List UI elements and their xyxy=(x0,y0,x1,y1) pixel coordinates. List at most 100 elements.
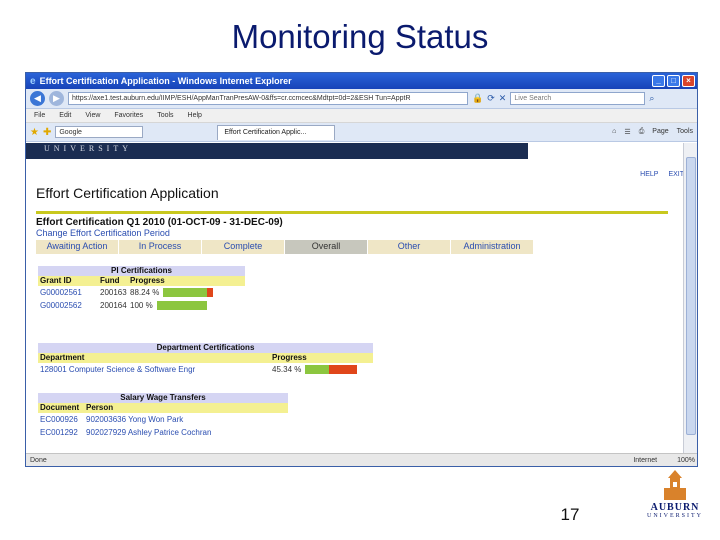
column-headers: Grant ID Fund Progress xyxy=(38,276,245,286)
tab-administration[interactable]: Administration xyxy=(451,240,534,254)
tab-in-process[interactable]: In Process xyxy=(119,240,202,254)
url-input[interactable]: https://axe1.test.auburn.edu/IIMP/ESH/Ap… xyxy=(68,92,468,105)
search-icon[interactable]: ⌕ xyxy=(649,93,654,104)
tab-complete[interactable]: Complete xyxy=(202,240,285,254)
address-bar-row: ◀ ▶ https://axe1.test.auburn.edu/IIMP/ES… xyxy=(26,89,697,109)
progress-percent: 100 % xyxy=(130,301,153,310)
table-row: EC000926 902003636 Yong Won Park xyxy=(38,413,288,426)
page-tab[interactable]: Effort Certification Applic... xyxy=(217,124,336,140)
menu-favorites[interactable]: Favorites xyxy=(114,112,143,119)
tab-overall[interactable]: Overall xyxy=(285,240,368,254)
browser-title-bar: e Effort Certification Application - Win… xyxy=(26,73,697,89)
grant-id-link[interactable]: G00002561 xyxy=(38,288,100,297)
col-grant-id: Grant ID xyxy=(40,276,72,285)
progress-fill-remaining xyxy=(329,365,358,374)
search-input[interactable]: Live Search xyxy=(510,92,646,105)
auburn-logo: AUBURN UNIVERSITY xyxy=(640,468,710,530)
home-icon[interactable]: ⌂ xyxy=(612,128,616,136)
table-row: EC001292 902027929 Ashley Patrice Cochran xyxy=(38,426,288,439)
progress-bar xyxy=(305,365,358,374)
minimize-button[interactable]: _ xyxy=(652,75,665,87)
progress-fill-done xyxy=(305,365,330,374)
section-header: PI Certifications xyxy=(38,266,245,276)
pi-certifications-section: PI Certifications Grant ID Fund Progress… xyxy=(38,266,245,312)
ie-logo-icon: e xyxy=(30,75,36,87)
menu-file[interactable]: File xyxy=(34,112,45,119)
progress-fill-done xyxy=(156,301,207,310)
table-row: G00002561 200163 88.24 % xyxy=(38,286,245,299)
slide: Monitoring Status e Effort Certification… xyxy=(0,0,720,540)
slide-title: Monitoring Status xyxy=(231,18,489,55)
progress-percent: 88.24 % xyxy=(130,288,160,297)
progress-fill-remaining xyxy=(207,288,214,297)
grant-id-link[interactable]: G00002562 xyxy=(38,301,100,310)
menu-tools[interactable]: Tools xyxy=(157,112,173,119)
salary-wage-transfers-section: Salary Wage Transfers Document Person EC000… xyxy=(38,393,288,439)
fund: 200164 xyxy=(100,301,127,310)
browser-window: e Effort Certification Application - Win… xyxy=(25,72,698,467)
page-menu[interactable]: Page xyxy=(652,128,668,136)
table-row: G00002562 200164 100 % xyxy=(38,299,245,312)
table-row: 128001 Computer Science & Software Engr 4… xyxy=(38,363,373,376)
department-certifications-section: Department Certifications Department Progr… xyxy=(38,343,373,376)
tab-other[interactable]: Other xyxy=(368,240,451,254)
vertical-scrollbar[interactable] xyxy=(683,143,697,454)
tab-bar: ★ ✚ Google Effort Certification Applic..… xyxy=(26,123,697,142)
col-department: Department xyxy=(40,353,85,362)
certification-period: Effort Certification Q1 2010 (01-OCT-09 … xyxy=(36,217,283,228)
university-banner: UNIVERSITY xyxy=(26,143,528,159)
col-document: Document xyxy=(40,403,80,412)
refresh-icon[interactable]: ⟳ xyxy=(487,93,495,104)
person: 902027929 Ashley Patrice Cochran xyxy=(86,428,212,437)
exit-link[interactable]: EXIT xyxy=(668,171,684,178)
document-link[interactable]: EC000926 xyxy=(38,415,86,424)
menu-edit[interactable]: Edit xyxy=(59,112,71,119)
logo-word: AUBURN xyxy=(650,502,700,513)
person: 902003636 Yong Won Park xyxy=(86,415,184,424)
window-title: Effort Certification Application - Windo… xyxy=(39,76,292,86)
section-header: Department Certifications xyxy=(38,343,373,353)
column-headers: Department Progress xyxy=(38,353,373,363)
department-link[interactable]: 128001 Computer Science & Software Engr xyxy=(38,365,272,374)
col-person: Person xyxy=(86,403,114,412)
section-header: Salary Wage Transfers xyxy=(38,393,288,403)
tools-menu[interactable]: Tools xyxy=(677,128,693,136)
page-content: UNIVERSITY HELP EXIT Effort Certificatio… xyxy=(26,143,684,454)
status-bar: Done Internet 100% xyxy=(26,453,697,466)
tower-icon xyxy=(664,470,686,500)
app-tabs: Awaiting Action In Process Complete Over… xyxy=(36,240,534,254)
progress-percent: 45.34 % xyxy=(272,365,302,374)
document-link[interactable]: EC001292 xyxy=(38,428,86,437)
page-number: 17 xyxy=(560,505,580,524)
lock-icon: 🔒 xyxy=(472,93,484,103)
menu-bar: File Edit View Favorites Tools Help xyxy=(26,109,697,123)
back-arrow-icon[interactable]: ◀ xyxy=(30,91,45,106)
progress-fill-done xyxy=(163,288,208,297)
zone-indicator: Internet xyxy=(633,456,658,464)
progress-bar xyxy=(163,288,214,297)
favorites-star-icon[interactable]: ★ xyxy=(30,127,39,138)
fund: 200163 xyxy=(100,288,127,297)
zoom-level[interactable]: 100% xyxy=(677,457,695,464)
col-progress: Progress xyxy=(272,353,307,362)
feeds-icon[interactable]: ☰ xyxy=(624,128,630,136)
google-search-box[interactable]: Google xyxy=(55,126,144,138)
change-period-link[interactable]: Change Effort Certification Period xyxy=(36,228,170,238)
app-title: Effort Certification Application xyxy=(36,185,219,201)
forward-arrow-icon[interactable]: ▶ xyxy=(49,91,64,106)
menu-view[interactable]: View xyxy=(85,112,100,119)
menu-help[interactable]: Help xyxy=(188,112,202,119)
scrollbar-thumb[interactable] xyxy=(686,157,696,435)
progress-bar xyxy=(156,301,207,310)
help-link[interactable]: HELP xyxy=(640,171,658,178)
divider xyxy=(36,211,668,214)
logo-subtitle: UNIVERSITY xyxy=(647,513,703,519)
maximize-button[interactable]: □ xyxy=(667,75,680,87)
col-progress: Progress xyxy=(130,276,165,285)
print-icon[interactable]: ⎙ xyxy=(639,128,645,136)
add-favorites-icon[interactable]: ✚ xyxy=(43,127,51,138)
col-fund: Fund xyxy=(100,276,120,285)
close-button[interactable]: × xyxy=(682,75,695,87)
stop-icon[interactable]: ✕ xyxy=(499,93,507,104)
tab-awaiting-action[interactable]: Awaiting Action xyxy=(36,240,119,254)
